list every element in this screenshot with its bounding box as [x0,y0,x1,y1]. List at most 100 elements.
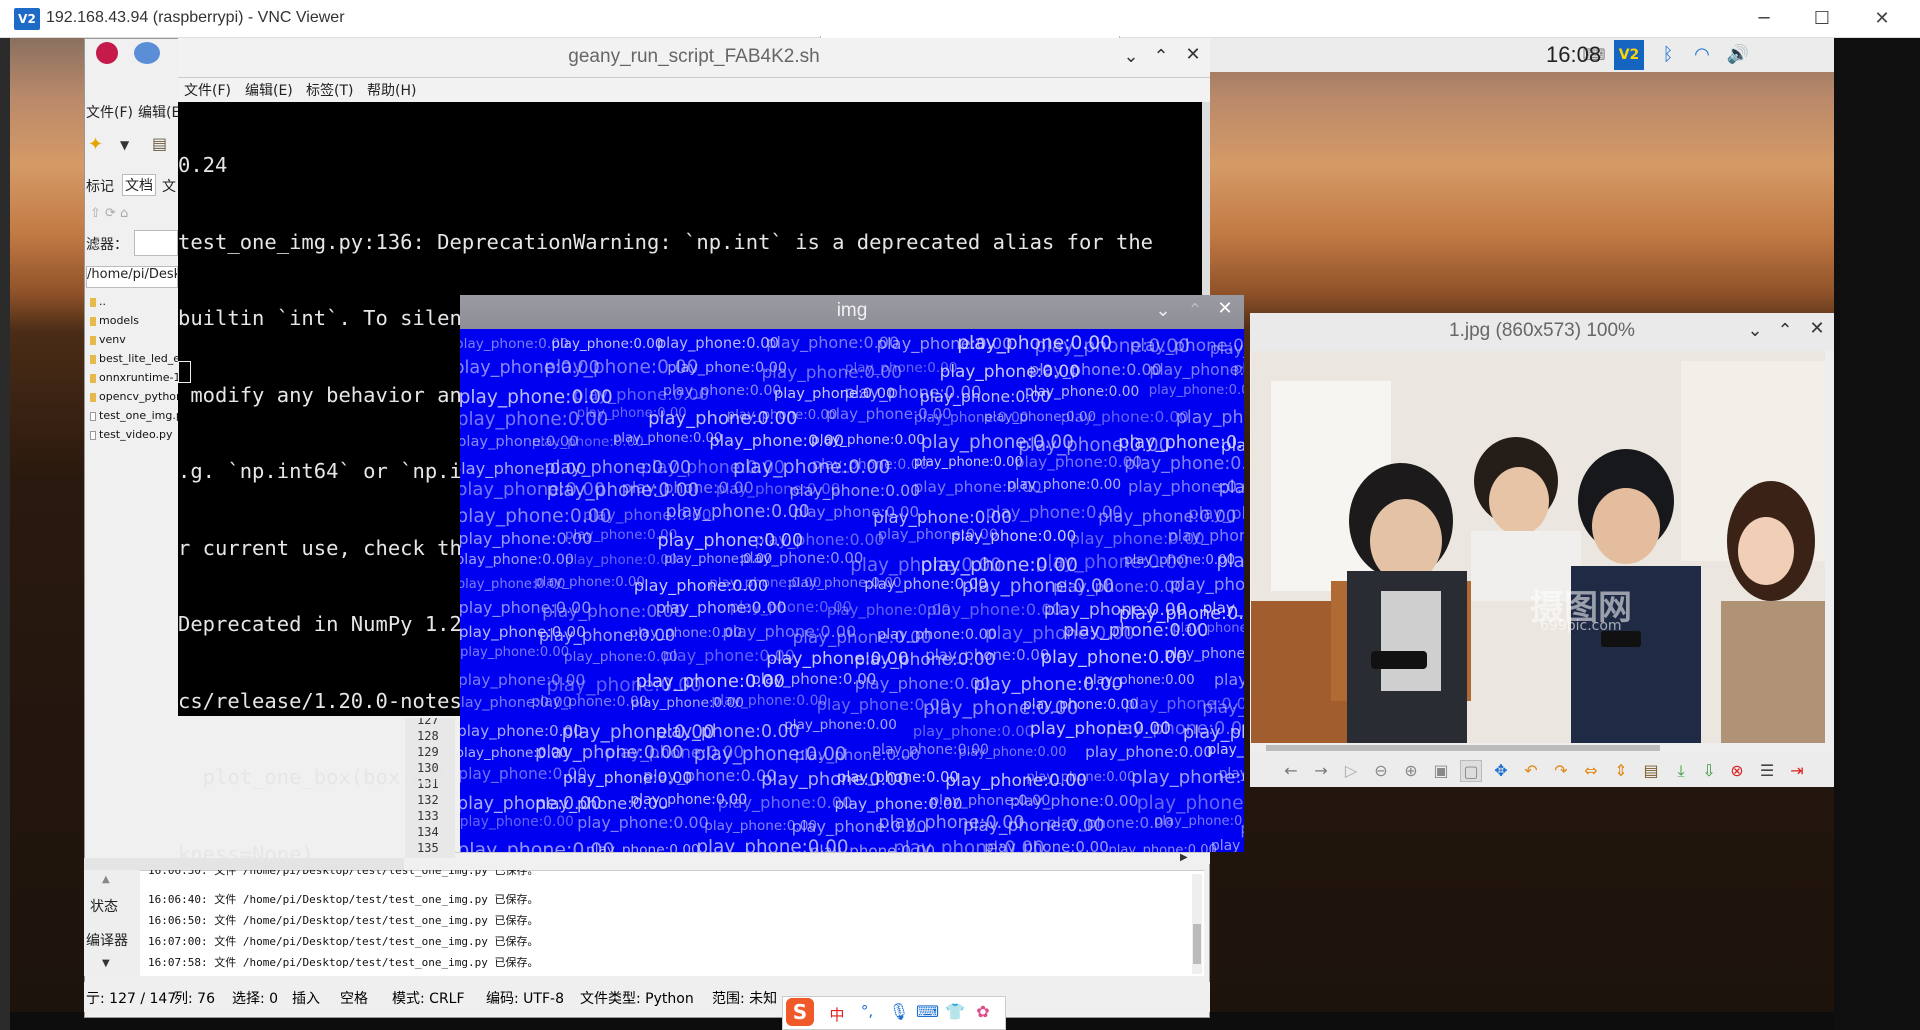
rotate-right-icon[interactable]: ↷ [1550,760,1572,782]
noise-text: play_phone:0.00 [726,407,838,423]
minimize-button[interactable]: ─ [1736,4,1792,34]
left-frame [0,38,10,1030]
clock[interactable]: 16:08 [1546,42,1601,68]
noise-text: play_phone:0.00 [812,457,929,474]
menu-tabs[interactable]: 标签(T) [306,80,353,100]
message-line: 16:07:58: 文件 /home/pi/Desktop/test/test_… [148,956,539,969]
img-noise-layer: play_phone:0.00 play_phone:0.00 play_phone… [460,329,1244,852]
close-icon[interactable]: ✕ [1806,318,1828,339]
fit-icon[interactable]: ▣ [1430,760,1452,782]
status-line: 亍: 127 / 147 [86,991,177,1007]
scroll-up-icon[interactable]: ▲ [102,874,110,885]
close-button[interactable]: ✕ [1854,4,1910,34]
apps-icon[interactable]: ✿ [972,1002,994,1021]
message-scroll-thumb[interactable] [1193,924,1201,964]
shirt-icon[interactable]: 👕 [944,1002,966,1021]
file-item-venv[interactable]: venv [86,330,178,349]
new-file-icon[interactable]: ✦ [88,134,103,155]
noise-text: play_phone:0.00 [460,552,574,569]
tab-status[interactable]: 状态 [90,896,118,916]
mic-icon[interactable]: 🎙 [888,1002,910,1021]
raspberry-icon[interactable] [96,42,118,64]
ime-punctuation[interactable]: °, [856,1002,878,1020]
menu-help[interactable]: 帮助(H) [367,80,416,100]
noise-text: play_phone:0.00 [1006,477,1122,494]
tab-documents[interactable]: 文档 [122,174,156,196]
chevron-up-icon[interactable]: ⌃ [1774,320,1796,341]
file-item-best-lite[interactable]: best_lite_led_e [86,349,178,368]
delete-icon[interactable]: ⊗ [1726,760,1748,782]
close-icon[interactable]: ✕ [1182,44,1204,65]
file-item-test-one-img[interactable]: test_one_img.p [86,406,178,425]
noise-text: play_phone:0.00 [1026,769,1136,785]
save-icon[interactable]: ⤓ [1670,760,1692,782]
flip-horizontal-icon[interactable]: ⇔ [1580,760,1602,782]
exit-icon[interactable]: ⇥ [1786,760,1808,782]
zoom-in-icon[interactable]: ⊕ [1400,760,1422,782]
noise-text: play_phone:0.00 [1014,453,1143,472]
chevron-down-icon[interactable]: ⌄ [1152,300,1174,321]
menu-edit[interactable]: 编辑(E) [245,80,293,100]
right-frame [1834,38,1920,1030]
scroll-down-icon[interactable]: ▼ [102,958,110,969]
original-size-icon[interactable]: ▢ [1460,760,1482,782]
chevron-up-icon[interactable]: ⌃ [1150,46,1172,67]
keyboard-icon[interactable]: ⌨ [916,1002,939,1021]
flip-vertical-icon[interactable]: ⇕ [1610,760,1632,782]
noise-text: play_phone:0.00 [740,549,864,567]
vnc-icon[interactable]: V2 [1614,40,1644,70]
open-folder-icon[interactable]: ▤ [1640,760,1662,782]
noise-text: play_phone:0.00 [1164,646,1244,663]
noise-text: play_phone:0.00 [1136,793,1244,815]
noise-text: play_phone:0.00 [950,527,1077,546]
bluetooth-icon[interactable]: ᛒ [1656,44,1680,66]
menu-edit[interactable]: 编辑(E [138,102,180,122]
fullscreen-icon[interactable]: ✥ [1490,760,1512,782]
zoom-out-icon[interactable]: ⊖ [1370,760,1392,782]
file-item-opencv[interactable]: opencv_python [86,387,178,406]
file-item-test-video[interactable]: test_video.py [86,425,178,444]
browser-icon[interactable] [134,42,160,64]
menu-file[interactable]: 文件(F) [184,80,231,100]
preferences-icon[interactable]: ☰ [1756,760,1778,782]
status-scope: 范围: 未知 [712,991,778,1007]
chevron-up-icon[interactable]: ⌃ [1184,300,1206,321]
viewer-hscroll-thumb[interactable] [1266,745,1660,751]
wifi-icon[interactable]: ◠ [1690,44,1714,66]
viewer-vscroll[interactable] [1825,351,1834,743]
tab-files[interactable]: 文 [162,176,176,196]
noise-text: play_phone:0.00 [984,838,1109,852]
file-item-parent[interactable]: .. [86,292,178,311]
noise-text: play_phone:0.00 [958,744,1067,760]
message-line: 16:06:50: 文件 /home/pi/Desktop/test/test_… [148,914,539,927]
chevron-down-icon[interactable]: ⌄ [1744,320,1766,341]
terminal-cursor [178,361,191,383]
open-file-icon[interactable]: ▤ [152,134,167,153]
status-selection: 选择: 0 [232,991,279,1007]
nav-icons[interactable]: ⇧ ⟳ ⌂ [90,206,128,221]
volume-icon[interactable]: 🔊 [1726,44,1750,66]
noise-text: play_phone:0.00 [656,335,779,353]
filter-input[interactable] [134,230,178,256]
message-line: 16:06:40: 文件 /home/pi/Desktop/test/test_… [148,893,539,906]
save-as-icon[interactable]: ⇩ [1698,760,1720,782]
tab-symbols[interactable]: 标记 [86,176,114,196]
rotate-left-icon[interactable]: ↶ [1520,760,1542,782]
forward-icon[interactable]: → [1310,760,1332,782]
sogou-logo-icon[interactable]: S [786,998,814,1026]
close-icon[interactable]: ✕ [1214,298,1236,319]
ime-language[interactable]: 中 [826,1004,848,1025]
noise-text: play_phone:0.00 [1085,743,1214,762]
path-input[interactable]: /home/pi/Desk [86,266,178,288]
noise-text: play_phone:0.00 [460,814,574,831]
photo-four-people-with-phones [1251,351,1825,743]
chevron-down-icon[interactable]: ⌄ [1120,46,1142,67]
tab-compiler[interactable]: 编译器 [86,930,128,950]
file-item-onnxruntime[interactable]: onnxruntime-1 [86,368,178,387]
dropdown-icon[interactable]: ▼ [120,138,129,152]
play-icon[interactable]: ▷ [1340,760,1362,782]
file-item-models[interactable]: models [86,311,178,330]
maximize-button[interactable]: ☐ [1794,4,1850,34]
back-icon[interactable]: ← [1280,760,1302,782]
menu-file[interactable]: 文件(F) [86,102,133,122]
